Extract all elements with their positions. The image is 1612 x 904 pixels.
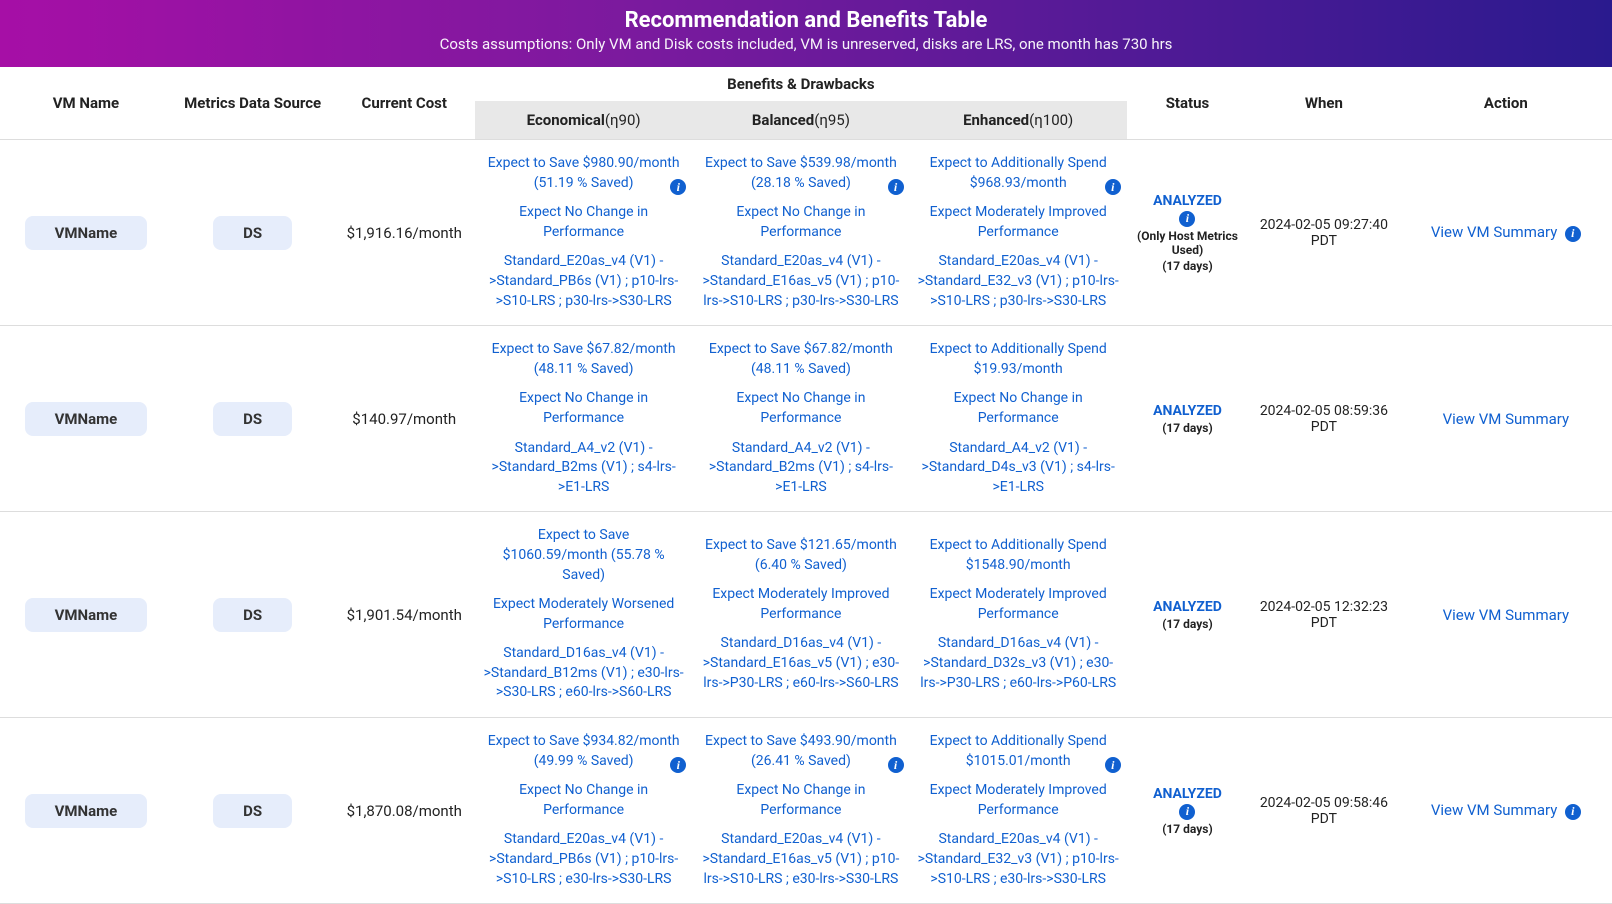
status-label: ANALYZED (1153, 786, 1222, 802)
when-timestamp: 2024-02-05 09:27:40 PDT (1248, 140, 1400, 326)
col-benefits-group: Benefits & Drawbacks (475, 67, 1127, 101)
economical-perf-text[interactable]: Expect No Change in Performance (481, 389, 686, 428)
balanced-perf-text[interactable]: Expect No Change in Performance (698, 781, 903, 820)
balanced-perf-text[interactable]: Expect No Change in Performance (698, 203, 903, 242)
ds-pill[interactable]: DS (213, 402, 292, 436)
status-note: (Only Host Metrics Used) (1133, 229, 1242, 257)
page-header: Recommendation and Benefits Table Costs … (0, 0, 1612, 67)
enhanced-plan-text[interactable]: Standard_D16as_v4 (V1) ->Standard_D32s_v… (916, 634, 1121, 693)
balanced-save-text[interactable]: Expect to Save $67.82/month (48.11 % Sav… (704, 340, 897, 379)
balanced-save-text[interactable]: Expect to Save $539.98/month (28.18 % Sa… (704, 154, 897, 193)
info-icon[interactable]: i (888, 757, 904, 773)
col-balanced-label: Balanced (752, 111, 814, 129)
table-row: VMName DS $140.97/month Expect to Save $… (0, 326, 1612, 512)
vm-name-pill[interactable]: VMName (25, 216, 148, 250)
economical-save-text[interactable]: Expect to Save $980.90/month (51.19 % Sa… (487, 154, 680, 193)
view-vm-summary-link[interactable]: View VM Summary (1431, 223, 1557, 241)
ds-pill[interactable]: DS (213, 794, 292, 828)
balanced-plan-text[interactable]: Standard_A4_v2 (V1) ->Standard_B2ms (V1)… (698, 439, 903, 498)
page-subtitle: Costs assumptions: Only VM and Disk cost… (0, 35, 1612, 53)
enhanced-save-text[interactable]: Expect to Additionally Spend $1015.01/mo… (922, 732, 1115, 771)
when-timestamp: 2024-02-05 08:59:36 PDT (1248, 326, 1400, 512)
table-row: VMName DS $1,916.16/month Expect to Save… (0, 140, 1612, 326)
col-economical-label: Economical (527, 111, 605, 129)
status-days: (17 days) (1162, 822, 1212, 836)
economical-perf-text[interactable]: Expect Moderately Worsened Performance (481, 595, 686, 634)
current-cost: $1,870.08/month (334, 718, 475, 904)
info-icon[interactable]: i (670, 179, 686, 195)
current-cost: $1,901.54/month (334, 512, 475, 718)
col-enhanced: Enhanced(η100) (910, 101, 1127, 140)
info-icon[interactable]: i (1565, 804, 1581, 820)
info-icon[interactable]: i (888, 179, 904, 195)
col-when: When (1248, 67, 1400, 140)
col-balanced-eta: (η95) (814, 111, 850, 129)
status-days: (17 days) (1162, 259, 1212, 273)
enhanced-save-text[interactable]: Expect to Additionally Spend $968.93/mon… (922, 154, 1115, 193)
info-icon[interactable]: i (1105, 757, 1121, 773)
info-icon[interactable]: i (1565, 226, 1581, 242)
balanced-plan-text[interactable]: Standard_E20as_v4 (V1) ->Standard_E16as_… (698, 830, 903, 889)
col-metrics-source: Metrics Data Source (172, 67, 334, 140)
economical-plan-text[interactable]: Standard_E20as_v4 (V1) ->Standard_PB6s (… (481, 830, 686, 889)
vm-name-pill[interactable]: VMName (25, 794, 148, 828)
enhanced-perf-text[interactable]: Expect Moderately Improved Performance (916, 781, 1121, 820)
economical-plan-text[interactable]: Standard_A4_v2 (V1) ->Standard_B2ms (V1)… (481, 439, 686, 498)
balanced-save-text[interactable]: Expect to Save $493.90/month (26.41 % Sa… (704, 732, 897, 771)
when-timestamp: 2024-02-05 09:58:46 PDT (1248, 718, 1400, 904)
economical-save-text[interactable]: Expect to Save $67.82/month (48.11 % Sav… (487, 340, 680, 379)
col-enhanced-label: Enhanced (963, 111, 1029, 129)
status-label: ANALYZED (1153, 193, 1222, 209)
vm-name-pill[interactable]: VMName (25, 402, 148, 436)
balanced-save-text[interactable]: Expect to Save $121.65/month (6.40 % Sav… (704, 536, 897, 575)
col-economical: Economical(η90) (475, 101, 692, 140)
balanced-perf-text[interactable]: Expect Moderately Improved Performance (698, 585, 903, 624)
col-economical-eta: (η90) (605, 111, 641, 129)
economical-save-text[interactable]: Expect to Save $934.82/month (49.99 % Sa… (487, 732, 680, 771)
vm-name-pill[interactable]: VMName (25, 598, 148, 632)
current-cost: $1,916.16/month (334, 140, 475, 326)
enhanced-plan-text[interactable]: Standard_A4_v2 (V1) ->Standard_D4s_v3 (V… (916, 439, 1121, 498)
table-row: VMName DS $1,901.54/month Expect to Save… (0, 512, 1612, 718)
page-title: Recommendation and Benefits Table (0, 8, 1612, 33)
economical-plan-text[interactable]: Standard_E20as_v4 (V1) ->Standard_PB6s (… (481, 252, 686, 311)
col-status: Status (1127, 67, 1248, 140)
enhanced-perf-text[interactable]: Expect No Change in Performance (916, 389, 1121, 428)
economical-save-text[interactable]: Expect to Save $1060.59/month (55.78 % S… (487, 526, 680, 585)
when-timestamp: 2024-02-05 12:32:23 PDT (1248, 512, 1400, 718)
col-enhanced-eta: (η100) (1029, 111, 1073, 129)
view-vm-summary-link[interactable]: View VM Summary (1443, 410, 1569, 428)
balanced-plan-text[interactable]: Standard_D16as_v4 (V1) ->Standard_E16as_… (698, 634, 903, 693)
status-label: ANALYZED (1153, 599, 1222, 615)
info-icon[interactable]: i (1179, 211, 1195, 227)
balanced-plan-text[interactable]: Standard_E20as_v4 (V1) ->Standard_E16as_… (698, 252, 903, 311)
economical-perf-text[interactable]: Expect No Change in Performance (481, 203, 686, 242)
enhanced-plan-text[interactable]: Standard_E20as_v4 (V1) ->Standard_E32_v3… (916, 252, 1121, 311)
info-icon[interactable]: i (1179, 804, 1195, 820)
enhanced-save-text[interactable]: Expect to Additionally Spend $19.93/mont… (922, 340, 1115, 379)
info-icon[interactable]: i (670, 757, 686, 773)
col-action: Action (1400, 67, 1612, 140)
balanced-perf-text[interactable]: Expect No Change in Performance (698, 389, 903, 428)
current-cost: $140.97/month (334, 326, 475, 512)
info-icon[interactable]: i (1105, 179, 1121, 195)
ds-pill[interactable]: DS (213, 598, 292, 632)
economical-perf-text[interactable]: Expect No Change in Performance (481, 781, 686, 820)
view-vm-summary-link[interactable]: View VM Summary (1431, 801, 1557, 819)
status-days: (17 days) (1162, 421, 1212, 435)
col-current-cost: Current Cost (334, 67, 475, 140)
status-label: ANALYZED (1153, 403, 1222, 419)
table-row: VMName DS $1,870.08/month Expect to Save… (0, 718, 1612, 904)
col-vm-name: VM Name (0, 67, 172, 140)
enhanced-perf-text[interactable]: Expect Moderately Improved Performance (916, 203, 1121, 242)
status-days: (17 days) (1162, 617, 1212, 631)
col-balanced: Balanced(η95) (692, 101, 909, 140)
view-vm-summary-link[interactable]: View VM Summary (1443, 606, 1569, 624)
enhanced-plan-text[interactable]: Standard_E20as_v4 (V1) ->Standard_E32_v3… (916, 830, 1121, 889)
economical-plan-text[interactable]: Standard_D16as_v4 (V1) ->Standard_B12ms … (481, 644, 686, 703)
recommendation-table: VM Name Metrics Data Source Current Cost… (0, 67, 1612, 904)
enhanced-perf-text[interactable]: Expect Moderately Improved Performance (916, 585, 1121, 624)
ds-pill[interactable]: DS (213, 216, 292, 250)
enhanced-save-text[interactable]: Expect to Additionally Spend $1548.90/mo… (922, 536, 1115, 575)
